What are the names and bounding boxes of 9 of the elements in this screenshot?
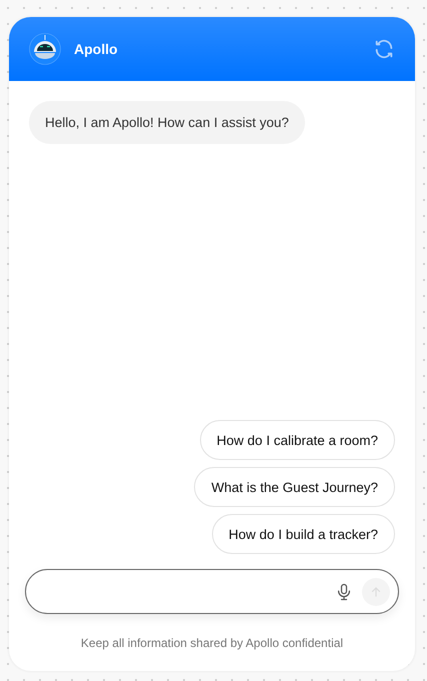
- suggestion-chip[interactable]: What is the Guest Journey?: [194, 467, 395, 507]
- disclaimer-text: Keep all information shared by Apollo confidential: [80, 636, 344, 650]
- message-bubble: Hello, I am Apollo! How can I assist you?: [29, 101, 305, 144]
- suggestion-chip[interactable]: How do I calibrate a room?: [200, 420, 395, 460]
- chat-title: Apollo: [74, 41, 119, 57]
- message-input-field[interactable]: [25, 569, 399, 614]
- robot-avatar-icon: [29, 33, 61, 65]
- refresh-icon: [373, 38, 395, 60]
- suggestion-chip[interactable]: How do I build a tracker?: [212, 514, 395, 554]
